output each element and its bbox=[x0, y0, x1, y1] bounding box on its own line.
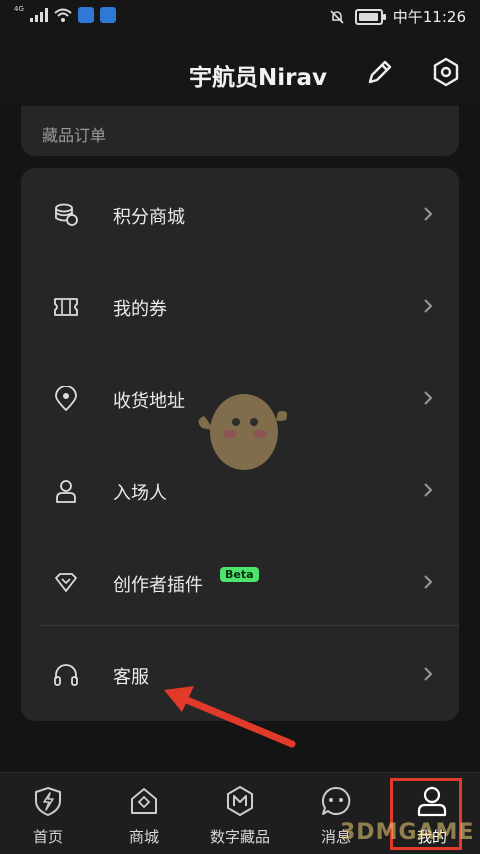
tab-label: 商城 bbox=[128, 828, 159, 846]
tab-label: 首页 bbox=[32, 828, 63, 846]
location-pin-icon bbox=[55, 386, 77, 412]
wifi-icon bbox=[54, 8, 72, 22]
chevron-right-icon bbox=[424, 391, 433, 405]
menu-item-points-mall[interactable]: 积分商城 bbox=[21, 168, 459, 260]
chevron-right-icon bbox=[424, 483, 433, 497]
profile-header: 宇航员Nirav bbox=[0, 34, 480, 106]
network-label: 4G bbox=[14, 5, 24, 13]
message-icon bbox=[321, 786, 351, 815]
collection-icon bbox=[227, 786, 253, 816]
orders-card[interactable]: 藏品订单 bbox=[21, 106, 459, 156]
status-bar: 4G 中午11:26 bbox=[0, 0, 480, 34]
annotation-arrow bbox=[164, 686, 296, 748]
menu-item-label: 我的券 bbox=[113, 299, 167, 320]
shop-icon bbox=[131, 788, 157, 814]
orders-label: 藏品订单 bbox=[42, 126, 107, 145]
home-shield-icon bbox=[35, 786, 61, 817]
signal-icon bbox=[29, 8, 48, 22]
settings-hexagon-icon[interactable] bbox=[430, 56, 462, 88]
menu-item-label: 创作者插件 bbox=[113, 575, 203, 596]
chevron-right-icon bbox=[424, 207, 433, 221]
tab-label: 数字藏品 bbox=[209, 828, 270, 846]
menu-item-label: 积分商城 bbox=[113, 207, 185, 228]
tab-digital-collections[interactable]: 数字藏品 bbox=[192, 773, 288, 854]
mute-bell-icon bbox=[330, 9, 344, 24]
clock: 中午11:26 bbox=[392, 8, 466, 26]
coins-icon bbox=[55, 203, 78, 226]
chevron-right-icon bbox=[424, 575, 433, 589]
person-icon bbox=[56, 480, 76, 503]
tab-shop[interactable]: 商城 bbox=[96, 773, 192, 854]
shield-app-icon bbox=[77, 7, 94, 23]
coupon-icon bbox=[54, 298, 78, 316]
headset-icon bbox=[54, 664, 78, 686]
battery-icon bbox=[354, 8, 386, 25]
menu-item-my-coupons[interactable]: 我的券 bbox=[21, 260, 459, 352]
chevron-right-icon bbox=[424, 299, 433, 313]
cloud-app-icon bbox=[99, 7, 116, 23]
menu-item-label: 客服 bbox=[113, 667, 149, 688]
site-watermark: 3DMGAME bbox=[340, 820, 475, 845]
edit-pencil-icon[interactable] bbox=[364, 56, 396, 88]
chevron-right-icon bbox=[424, 667, 433, 681]
beta-badge: Beta bbox=[220, 567, 259, 582]
menu-item-label: 收货地址 bbox=[113, 391, 185, 412]
menu-item-creator-plugin[interactable]: 创作者插件 Beta bbox=[21, 536, 459, 628]
menu-item-label: 入场人 bbox=[113, 483, 167, 504]
tab-home[interactable]: 首页 bbox=[0, 773, 96, 854]
mascot-watermark-image bbox=[198, 394, 287, 470]
divider bbox=[39, 625, 459, 626]
username[interactable]: 宇航员Nirav bbox=[189, 58, 327, 92]
diamond-icon bbox=[55, 573, 77, 592]
